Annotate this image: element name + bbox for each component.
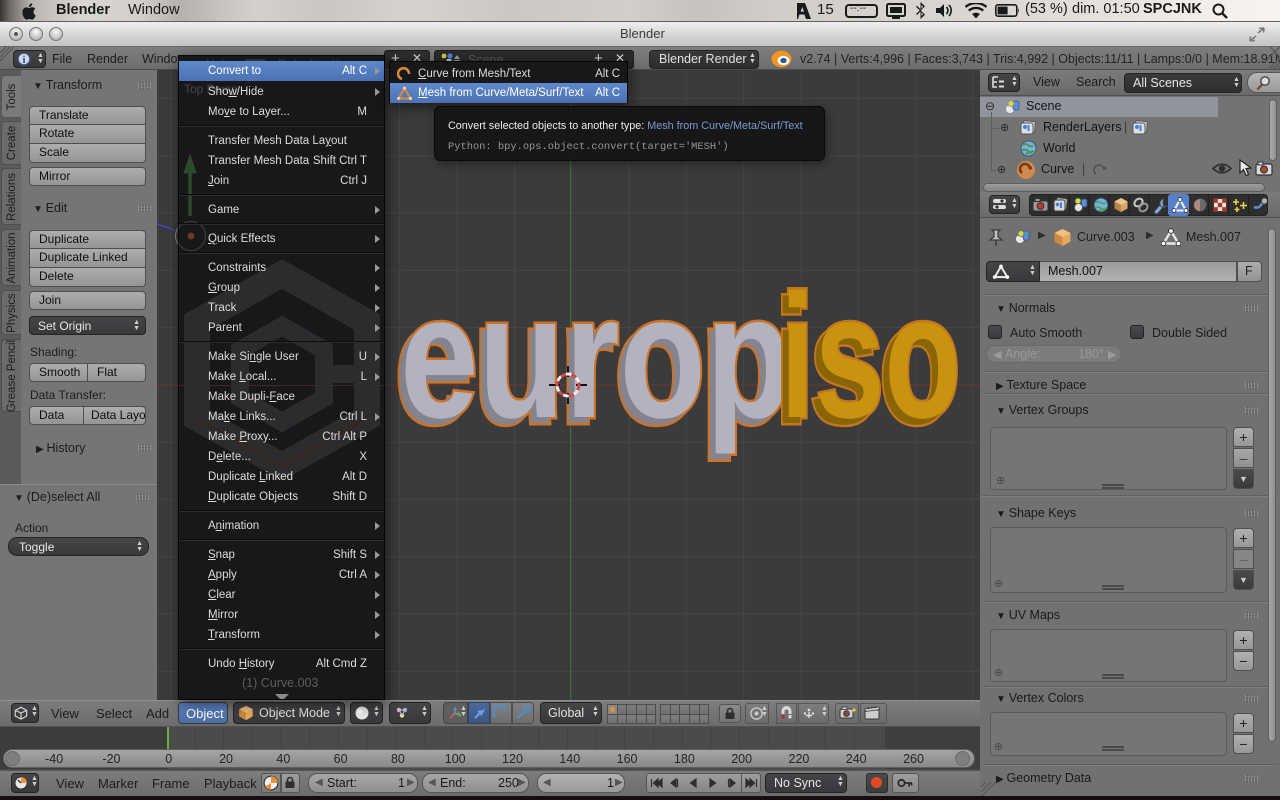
svg-text:europ: europ xyxy=(400,259,792,455)
svg-text:iso: iso xyxy=(780,259,961,455)
svg-text:i: i xyxy=(23,55,26,66)
